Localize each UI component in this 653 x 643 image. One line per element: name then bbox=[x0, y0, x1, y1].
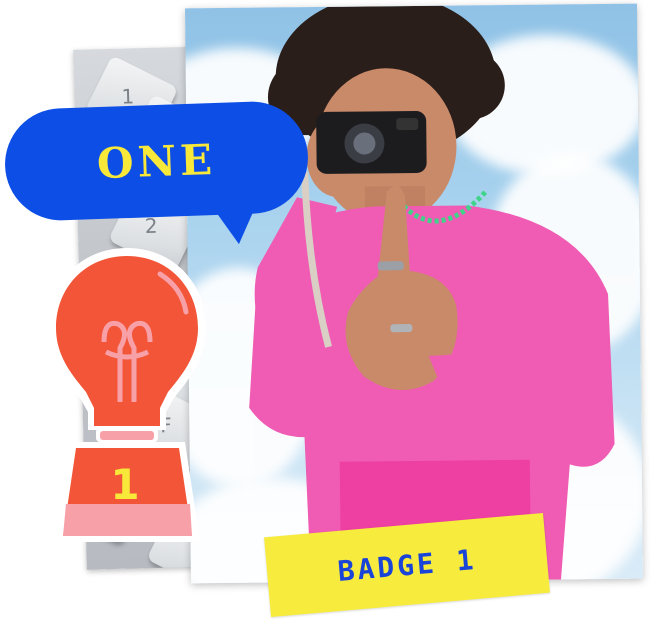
lightbulb-icon bbox=[48, 248, 206, 542]
speech-bubble-label: ONE bbox=[96, 134, 217, 188]
speech-bubble: ONE bbox=[3, 99, 310, 223]
lightbulb-number: 1 bbox=[110, 460, 140, 509]
main-photo bbox=[185, 3, 643, 584]
person-illustration bbox=[249, 3, 615, 583]
badge-label: BADGE 1 bbox=[336, 542, 478, 588]
